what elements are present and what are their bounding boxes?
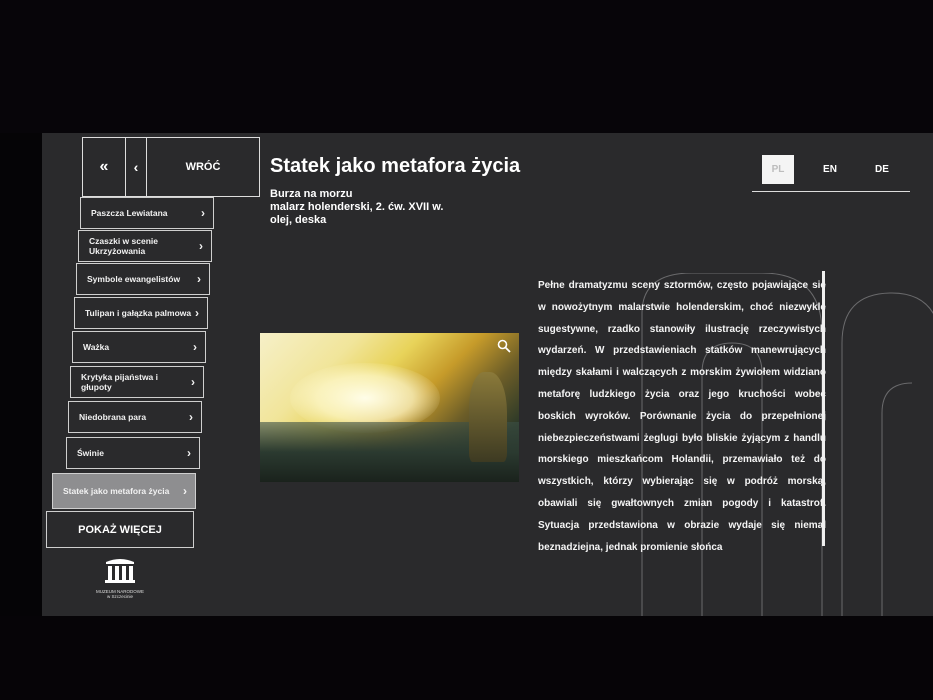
chevron-right-icon: › bbox=[195, 306, 199, 320]
sidebar-item-tulipan[interactable]: Tulipan i gałązka palmowa › bbox=[74, 297, 208, 329]
lang-de-button[interactable]: DE bbox=[856, 164, 908, 175]
museum-building-icon bbox=[105, 559, 135, 583]
chevron-right-icon: › bbox=[189, 410, 193, 424]
show-more-button[interactable]: POKAŻ WIĘCEJ bbox=[46, 511, 194, 548]
sidebar-item-label: Symbole ewangelistów bbox=[87, 274, 181, 284]
page-title: Statek jako metafora życia bbox=[270, 155, 521, 177]
lang-de-label: DE bbox=[875, 163, 889, 175]
sidebar-item-symbole-ewangelistow[interactable]: Symbole ewangelistów › bbox=[76, 263, 210, 295]
artwork-caption: Burza na morzu malarz holenderski, 2. ćw… bbox=[270, 188, 443, 227]
back-chevron-button[interactable]: ‹ bbox=[126, 138, 147, 196]
chevron-right-icon: › bbox=[187, 446, 191, 460]
sidebar-item-label: Krytyka pijaństwa i głupoty bbox=[81, 372, 159, 392]
sidebar-item-krytyka-pijanstwa[interactable]: Krytyka pijaństwa i głupoty › bbox=[70, 366, 204, 398]
chevron-right-icon: › bbox=[183, 484, 187, 498]
sidebar-item-swinie[interactable]: Świnie › bbox=[66, 437, 200, 469]
chevron-right-icon: › bbox=[191, 375, 195, 389]
language-switcher: PL EN DE bbox=[752, 147, 910, 192]
sidebar-item-niedobrana-para[interactable]: Niedobrana para › bbox=[68, 401, 202, 433]
double-back-button[interactable]: « bbox=[83, 138, 126, 196]
show-more-label: POKAŻ WIĘCEJ bbox=[78, 523, 162, 536]
sidebar-item-paszcza-lewiatana[interactable]: Paszcza Lewiatana › bbox=[80, 197, 214, 229]
sidebar-item-label: Statek jako metafora życia bbox=[63, 486, 170, 496]
chevron-right-icon: › bbox=[201, 206, 205, 220]
sidebar-item-label: Świnie bbox=[77, 448, 104, 458]
logo-text-line2: w Szczecinie bbox=[106, 594, 133, 599]
chevron-right-icon: › bbox=[197, 272, 201, 286]
artwork-image[interactable] bbox=[260, 333, 519, 482]
sidebar-item-label: Ważka bbox=[83, 342, 110, 352]
sidebar-item-label: Niedobrana para bbox=[79, 412, 147, 422]
lang-pl-button[interactable]: PL bbox=[752, 154, 804, 184]
lang-en-label: EN bbox=[823, 163, 837, 175]
back-button-label: WRÓĆ bbox=[185, 161, 221, 173]
back-button[interactable]: WRÓĆ bbox=[147, 138, 259, 196]
lang-en-button[interactable]: EN bbox=[804, 164, 856, 175]
lang-pl-label: PL bbox=[761, 154, 795, 184]
double-chevron-left-icon: « bbox=[99, 158, 109, 175]
artwork-title: Burza na morzu bbox=[270, 188, 353, 200]
painting-rock bbox=[469, 372, 507, 462]
top-nav-bar: « ‹ WRÓĆ bbox=[82, 137, 260, 197]
bezel-bottom bbox=[0, 616, 933, 700]
sidebar-item-label: Czaszki w scenie Ukrzyżowania bbox=[89, 236, 158, 256]
description-scrollbar[interactable] bbox=[822, 271, 825, 546]
sidebar-item-label: Tulipan i gałązka palmowa bbox=[85, 308, 192, 318]
sidebar-item-czaszki[interactable]: Czaszki w scenie Ukrzyżowania › bbox=[78, 230, 212, 262]
sidebar-item-label: Paszcza Lewiatana bbox=[91, 208, 168, 218]
chevron-left-icon: ‹ bbox=[133, 159, 139, 175]
kiosk-screen: « ‹ WRÓĆ Paszcza Lewiatana › Czaszki w s… bbox=[42, 133, 933, 616]
bezel-top bbox=[0, 0, 933, 133]
sidebar-item-statek-active[interactable]: Statek jako metafora życia › bbox=[52, 473, 196, 509]
museum-logo: MUZEUM NARODOWE w Szczecinie bbox=[90, 558, 150, 599]
artwork-medium: olej, deska bbox=[270, 214, 327, 226]
chevron-right-icon: › bbox=[199, 239, 203, 253]
chevron-right-icon: › bbox=[193, 340, 197, 354]
artwork-author-date: malarz holenderski, 2. ćw. XVII w. bbox=[270, 201, 444, 213]
sidebar-item-wazka[interactable]: Ważka › bbox=[72, 331, 206, 363]
zoom-icon[interactable] bbox=[497, 339, 511, 353]
artwork-description: Pełne dramatyzmu sceny sztormów, często … bbox=[538, 280, 826, 553]
